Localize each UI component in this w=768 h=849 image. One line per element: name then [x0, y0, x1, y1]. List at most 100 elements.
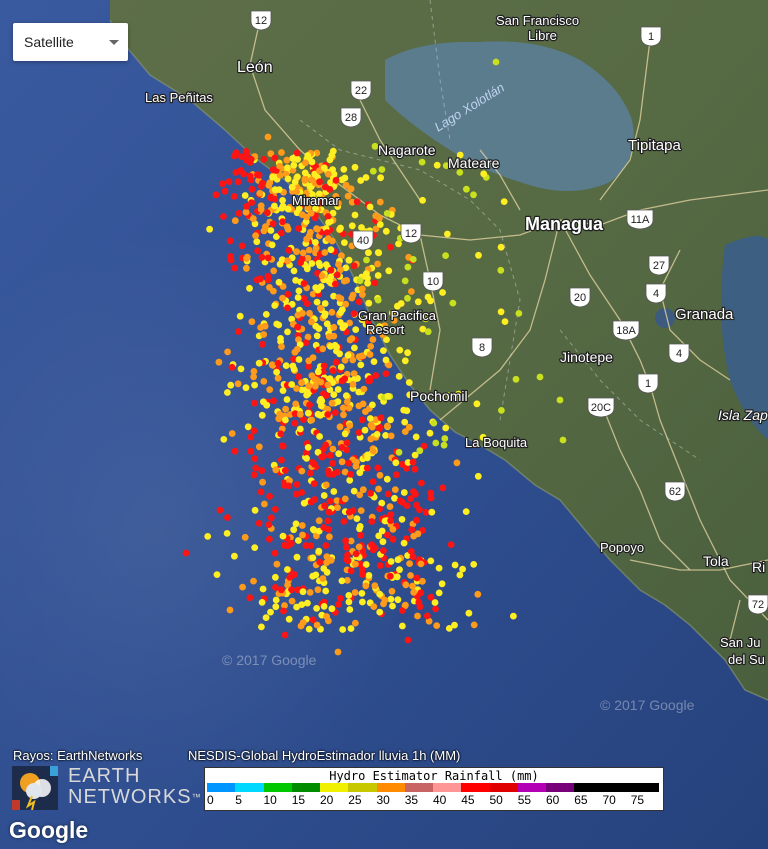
lightning-strike-dot — [407, 572, 414, 579]
highway-shield: 40 — [352, 230, 374, 251]
lightning-strike-dot — [470, 621, 478, 629]
lightning-strike-dot — [284, 328, 291, 336]
lightning-strike-dot — [369, 336, 377, 343]
lightning-strike-dot — [353, 198, 361, 206]
satellite-map[interactable]: 1212228124010811A2742018A4120C6272 Lago … — [0, 0, 768, 849]
lightning-strike-dot — [356, 491, 364, 499]
lightning-strike-dot — [275, 186, 283, 194]
lightning-strike-dot — [250, 368, 258, 375]
lightning-strike-dot — [387, 432, 395, 440]
lightning-strike-dot — [259, 179, 266, 187]
lightning-strike-dot — [279, 532, 287, 540]
google-logo[interactable]: Google — [9, 817, 88, 844]
lightning-strike-dot — [259, 585, 267, 593]
lightning-strike-dot — [296, 425, 304, 433]
lightning-strike-dot — [324, 411, 332, 418]
lightning-strike-dot — [258, 411, 266, 419]
lightning-strike-dot — [308, 176, 316, 184]
lightning-strike-dot — [302, 159, 309, 167]
place-label: La Boquita — [465, 435, 528, 450]
highway-shield: 20C — [587, 397, 615, 418]
lightning-strike-dot — [329, 445, 337, 453]
lightning-strike-dot — [327, 266, 335, 274]
lightning-strike-dot — [376, 505, 383, 513]
lightning-strike-dot — [276, 162, 284, 170]
lightning-strike-dot — [282, 416, 289, 424]
lightning-strike-dot — [313, 605, 320, 612]
lightning-strike-dot — [237, 365, 245, 373]
lightning-strike-dot — [501, 318, 509, 325]
lightning-strike-dot — [411, 465, 419, 473]
highway-shield-number: 22 — [355, 85, 367, 97]
lightning-strike-dot — [350, 310, 358, 318]
lightning-strike-dot — [376, 198, 384, 206]
lightning-strike-dot — [341, 239, 348, 247]
lightning-strike-dot — [328, 399, 336, 407]
lightning-strike-dot — [352, 619, 359, 627]
lightning-strike-dot — [376, 590, 384, 598]
lightning-strike-dot — [275, 278, 283, 286]
lightning-strike-dot — [321, 312, 329, 319]
lightning-strike-dot — [288, 183, 296, 191]
lightning-strike-dot — [351, 211, 359, 219]
lightning-strike-dot — [316, 433, 323, 440]
lightning-strike-dot — [271, 202, 278, 210]
lightning-strike-dot — [349, 381, 357, 388]
place-label: Isla Zap — [718, 407, 768, 423]
lightning-strike-dot — [359, 400, 367, 408]
highway-shield-number: 8 — [479, 342, 485, 354]
lightning-strike-dot — [325, 219, 332, 226]
lightning-strike-dot — [291, 571, 298, 578]
lightning-strike-dot — [270, 397, 277, 405]
lightning-strike-dot — [412, 490, 419, 498]
lightning-strike-dot — [342, 537, 349, 545]
lightning-strike-dot — [295, 287, 303, 295]
lightning-strike-dot — [344, 557, 352, 565]
legend-tick: 5 — [235, 793, 242, 807]
lightning-strike-dot — [241, 192, 249, 199]
lightning-strike-dot — [382, 356, 390, 364]
legend-tick: 40 — [433, 793, 447, 807]
lightning-strike-dot — [232, 169, 240, 176]
lightning-strike-dot — [295, 356, 303, 363]
lightning-strike-dot — [304, 444, 312, 451]
lightning-strike-dot — [300, 499, 308, 507]
lightning-strike-dot — [536, 373, 544, 381]
lightning-strike-dot — [240, 170, 248, 178]
lightning-strike-dot — [345, 256, 353, 264]
lightning-strike-dot — [276, 260, 284, 268]
lightning-strike-dot — [182, 549, 190, 557]
lightning-strike-dot — [497, 243, 505, 251]
lightning-strike-dot — [357, 361, 365, 369]
lightning-strike-dot — [387, 558, 395, 565]
lightning-strike-dot — [308, 318, 315, 326]
lightning-strike-dot — [257, 488, 265, 496]
lightning-strike-dot — [324, 517, 332, 525]
lightning-strike-dot — [312, 244, 320, 252]
legend-swatch — [376, 783, 405, 792]
lightning-strike-dot — [314, 586, 322, 594]
lightning-strike-dot — [359, 598, 366, 606]
logo-trademark: ™ — [191, 792, 202, 802]
lightning-strike-dot — [341, 430, 349, 438]
lightning-strike-dot — [292, 490, 300, 498]
lightning-strike-dot — [268, 361, 276, 369]
lightning-strike-dot — [246, 159, 254, 166]
lightning-strike-dot — [280, 607, 287, 615]
legend-swatch — [235, 783, 264, 792]
highway-shield-number: 27 — [653, 260, 665, 272]
lightning-strike-dot — [498, 407, 505, 414]
lightning-strike-dot — [325, 508, 333, 516]
lightning-strike-dot — [433, 622, 441, 629]
earth-networks-logo[interactable]: EARTH NETWORKS™ — [12, 766, 201, 810]
highway-shield-number: 4 — [653, 288, 659, 300]
lightning-strike-dot — [285, 615, 293, 623]
lightning-strike-dot — [424, 328, 432, 336]
lightning-strike-dot — [341, 495, 349, 503]
lightning-strike-dot — [375, 532, 383, 540]
watermark-2: © 2017 Google — [600, 697, 695, 713]
lightning-strike-dot — [404, 294, 411, 302]
place-label: Granada — [675, 306, 734, 323]
highway-shield: 1 — [637, 373, 659, 394]
map-type-dropdown[interactable]: Satellite — [13, 23, 128, 61]
